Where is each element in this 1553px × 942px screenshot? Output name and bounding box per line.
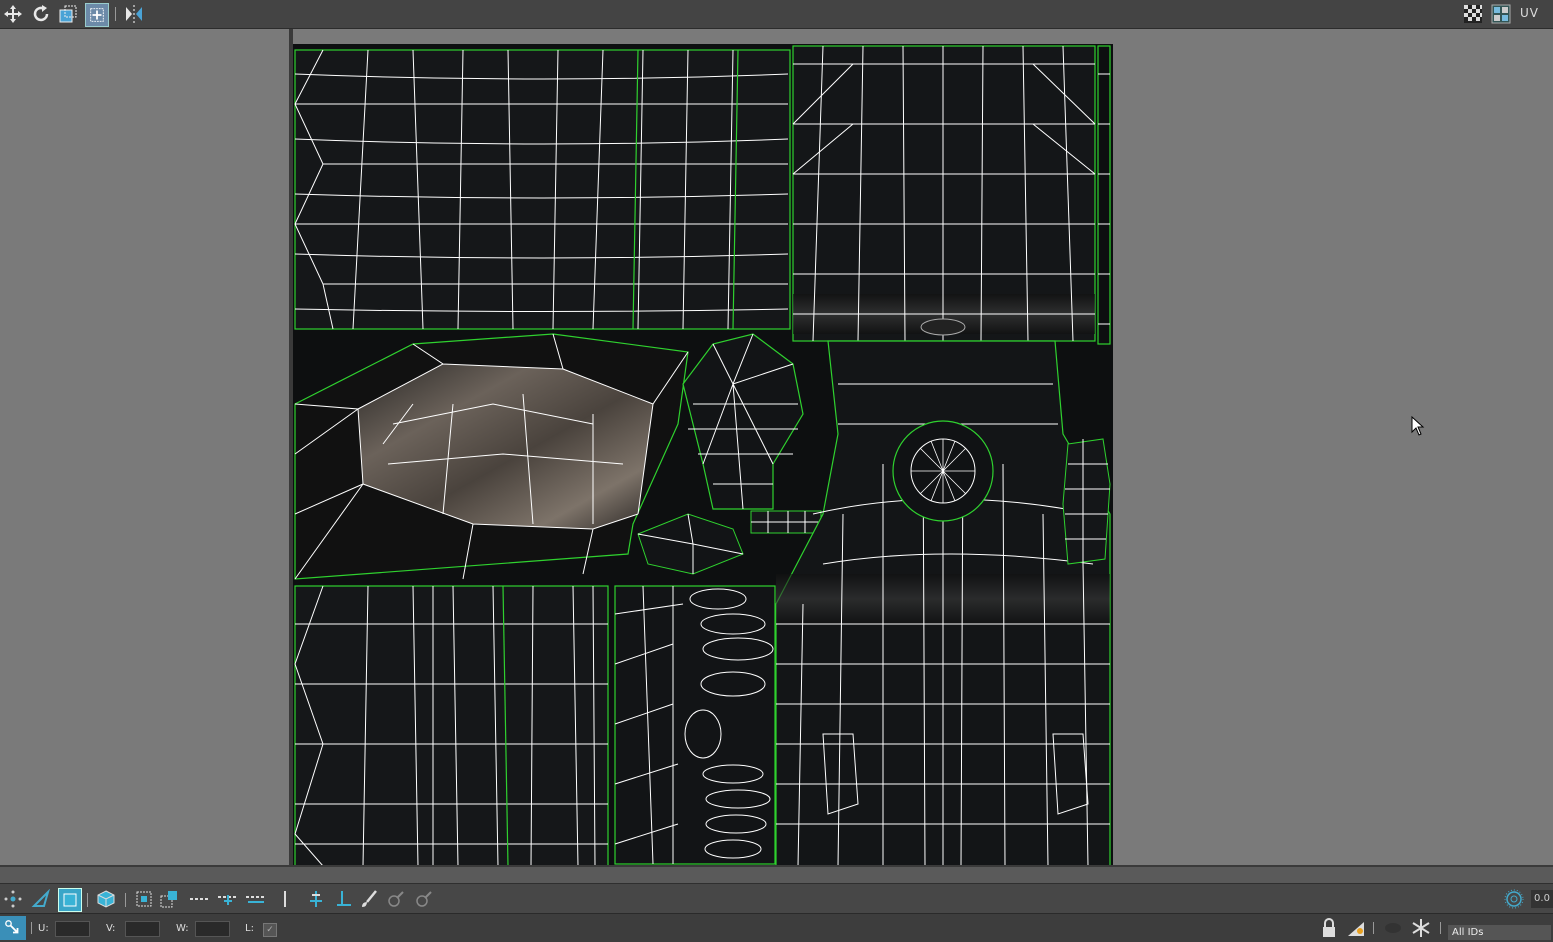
uv-island-sleeve-bottom[interactable] [294,585,609,866]
status-separator [1440,922,1441,934]
uv-island-fur-collar[interactable] [294,333,689,580]
uv-island-side-strip[interactable] [1062,438,1111,565]
toolbar-separator [284,891,286,907]
uv-texture-canvas[interactable] [293,44,1113,866]
scale-icon[interactable] [57,3,79,25]
lock-checkbox[interactable]: ✓ [263,923,277,937]
lock-icon[interactable] [1318,917,1340,939]
transform-mode-icon[interactable] [0,916,26,940]
paint-select-icon[interactable] [358,888,380,910]
face-select-icon[interactable] [58,888,82,912]
toolbar-separator [87,893,88,907]
uv-wireframe [294,45,1111,866]
falloff-value[interactable]: 0.0 [1531,890,1553,908]
edge-select-icon[interactable] [30,888,52,910]
rotate-icon[interactable] [30,3,52,25]
align-horizontal-icon[interactable] [333,888,355,910]
pinch-icon[interactable] [413,888,435,910]
mirror-icon[interactable] [123,3,145,25]
toolbar-separator [115,7,116,21]
texture-map-icon[interactable] [1490,3,1512,25]
status-separator [31,922,32,934]
uv-island-front-body[interactable] [775,340,1111,866]
freeform-icon[interactable] [85,3,109,27]
move-icon[interactable] [2,3,24,25]
freeze-icon[interactable] [1410,917,1432,939]
w-label: W: [176,923,189,934]
status-bar: U: V: W: L: ✓ All IDs [0,913,1553,942]
l-label: L: [245,923,254,934]
align-vertical-icon[interactable] [305,888,327,910]
w-coordinate-field[interactable] [195,921,230,937]
grow-select-icon[interactable] [133,888,155,910]
material-id-dropdown[interactable]: All IDs [1448,925,1551,940]
toolbar-separator [125,893,126,907]
element-select-icon[interactable] [95,888,117,910]
checker-pattern-icon[interactable] [1462,3,1484,25]
loop-icon[interactable] [188,888,212,910]
snap-icon[interactable] [1345,917,1367,939]
soft-selection-icon[interactable] [1503,888,1525,910]
v-coordinate-field[interactable] [125,921,160,937]
uv-island-back-top[interactable] [792,45,1111,345]
u-coordinate-field[interactable] [55,921,90,937]
ring-icon[interactable] [216,888,240,910]
v-label: V: [106,923,116,934]
hide-icon[interactable] [1382,917,1404,939]
u-label: U: [38,923,49,934]
shrink-select-icon[interactable] [158,888,180,910]
vertex-select-icon[interactable] [2,888,24,910]
selection-toolbar: 0.0 [0,883,1553,914]
timeline-strip [0,865,1553,885]
uv-label: UV [1520,6,1539,20]
uv-island-gloves[interactable] [614,585,776,865]
uv-island-sleeve-top[interactable] [294,49,791,330]
loop-ring-icon[interactable] [244,888,268,910]
main-toolbar: UV [0,0,1553,29]
relax-icon[interactable] [385,888,407,910]
mouse-cursor-icon [1411,415,1425,439]
status-separator [1373,922,1374,934]
